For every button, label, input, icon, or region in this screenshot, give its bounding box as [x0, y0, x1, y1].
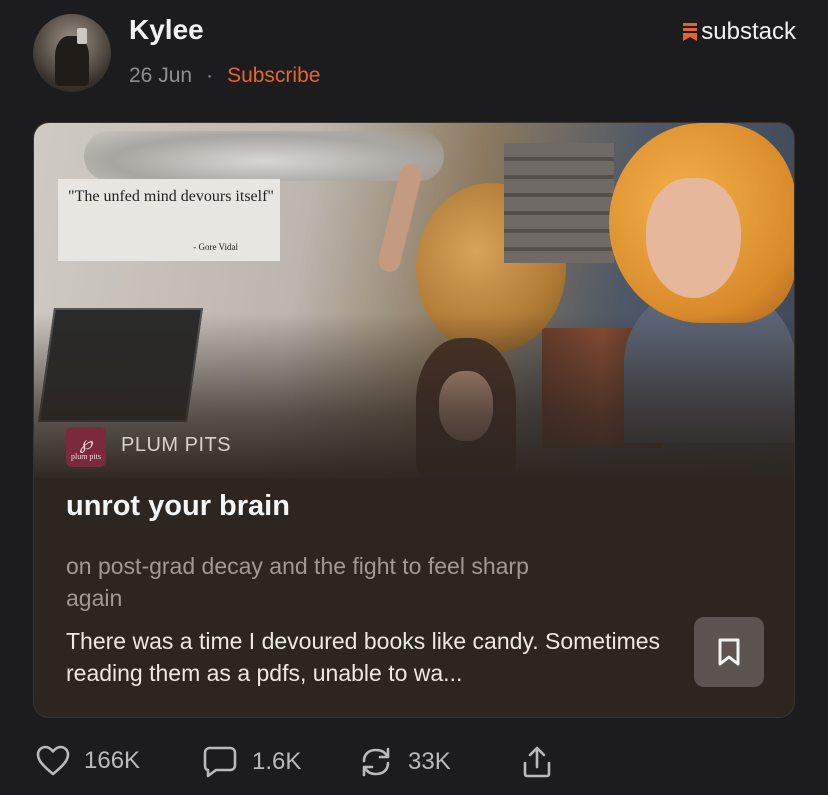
image-book-stack-top [504, 143, 614, 263]
bookmark-icon [718, 638, 740, 666]
heart-icon [36, 745, 70, 776]
bookmark-button[interactable] [694, 617, 764, 687]
author-avatar[interactable] [33, 14, 111, 92]
substack-logo-icon [683, 23, 698, 41]
post-meta: 26 Jun · Subscribe [129, 64, 320, 88]
publication-name[interactable]: PLUM PITS [121, 434, 231, 457]
comment-button[interactable]: 1.6K [202, 745, 301, 779]
brand-name: substack [701, 18, 796, 45]
post-excerpt: There was a time I devoured books like c… [66, 628, 661, 686]
post-date: 26 Jun [129, 64, 193, 87]
publication-logo[interactable]: ℘ plum pits [66, 427, 106, 467]
comment-icon [203, 746, 237, 778]
publication-logo-glyph: ℘ [79, 432, 93, 453]
image-character-face [646, 178, 741, 298]
image-quote-source: - Gore Vidal [193, 242, 238, 252]
restack-count: 33K [408, 748, 451, 775]
restack-button[interactable]: 33K [358, 745, 451, 779]
subscribe-link[interactable]: Subscribe [227, 64, 320, 88]
image-clouds [84, 131, 444, 181]
post-card[interactable]: "The unfed mind devours itself" - Gore V… [33, 122, 795, 718]
image-quote-text: "The unfed mind devours itself" [68, 188, 274, 205]
share-button[interactable] [520, 745, 568, 779]
comment-count: 1.6K [252, 748, 302, 775]
share-icon [523, 746, 551, 778]
post-title[interactable]: unrot your brain [66, 490, 290, 523]
author-name[interactable]: Kylee [129, 14, 204, 46]
publication-logo-text: plum pits [70, 451, 101, 461]
restack-icon [362, 747, 390, 777]
post-subtitle: on post-grad decay and the fight to feel… [66, 553, 529, 611]
meta-separator: · [206, 64, 214, 87]
image-quote-card: "The unfed mind devours itself" - Gore V… [58, 179, 280, 261]
like-button[interactable]: 166K [36, 745, 140, 777]
avatar-phone [77, 28, 87, 44]
action-bar: 166K 1.6K 33K [36, 745, 796, 781]
post-hero-image: "The unfed mind devours itself" - Gore V… [34, 123, 794, 478]
substack-brand[interactable]: substack [683, 18, 796, 46]
like-count: 166K [84, 747, 141, 774]
